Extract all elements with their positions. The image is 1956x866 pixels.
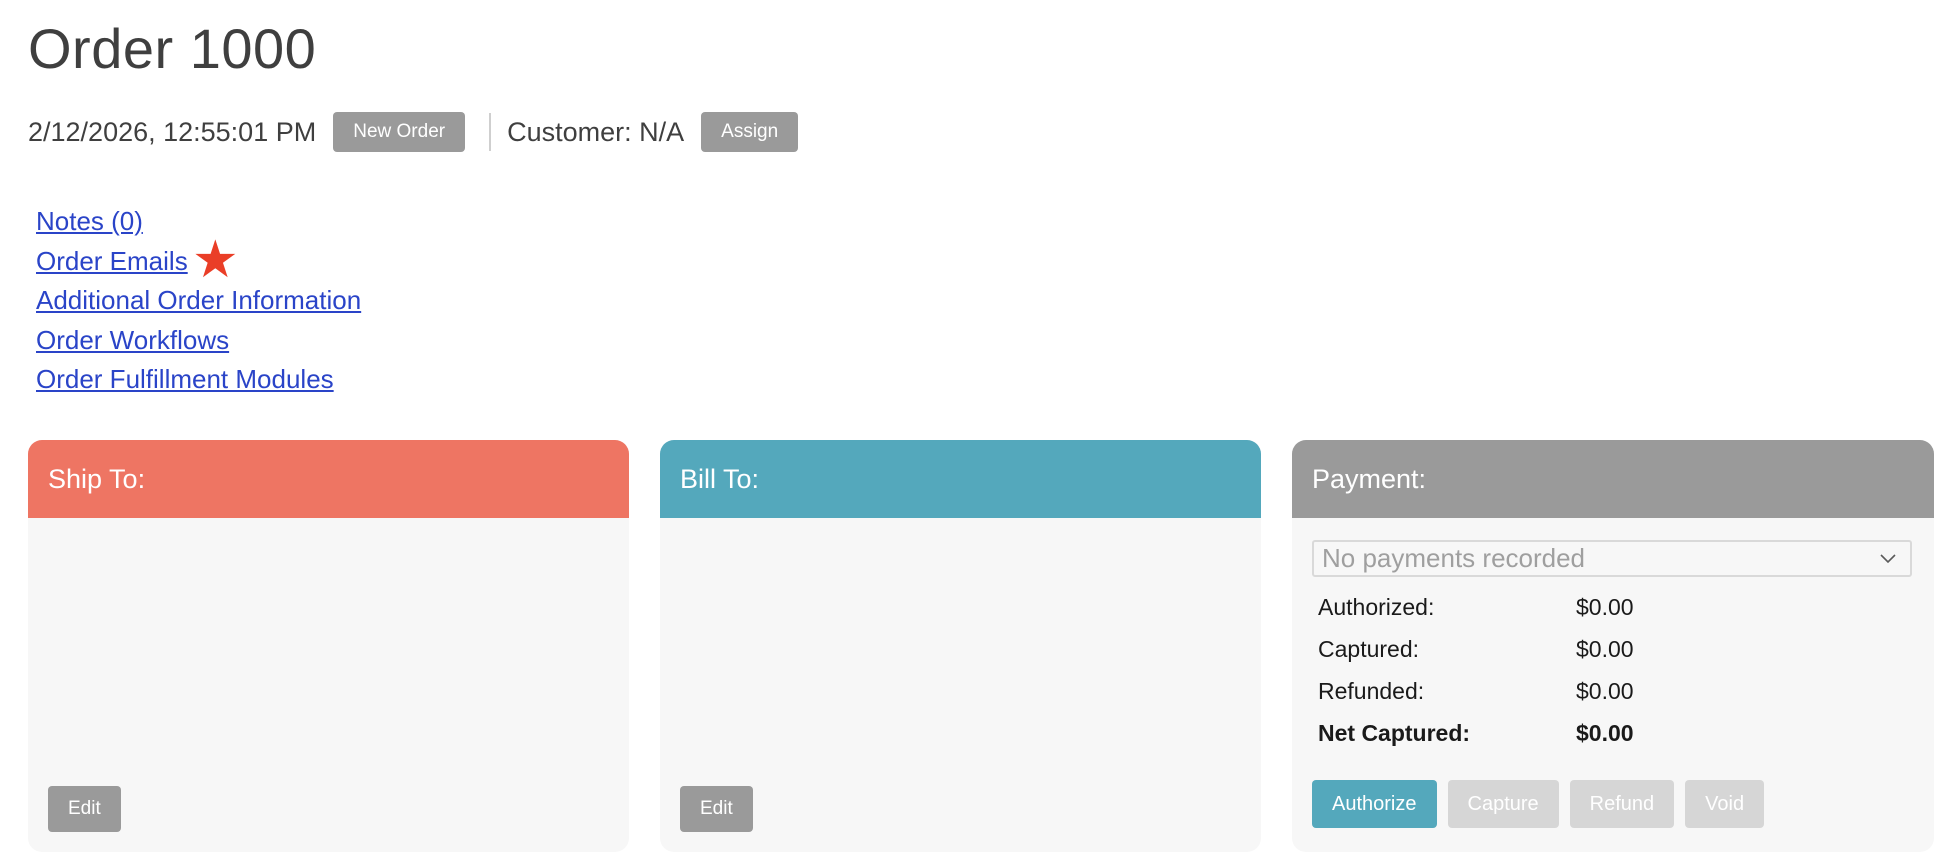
- link-row-emails: Order Emails ★: [36, 234, 361, 286]
- order-datetime: 2/12/2026, 12:55:01 PM: [28, 116, 317, 147]
- additional-order-info-link[interactable]: Additional Order Information: [36, 281, 361, 321]
- link-row-workflows: Order Workflows: [36, 321, 361, 361]
- refunded-label: Refunded:: [1318, 677, 1425, 704]
- new-order-button[interactable]: New Order: [333, 112, 466, 152]
- order-fulfillment-modules-link[interactable]: Order Fulfillment Modules: [36, 360, 334, 400]
- ship-to-edit-button[interactable]: Edit: [48, 786, 121, 832]
- order-meta-row: 2/12/2026, 12:55:01 PM New Order Custome…: [28, 110, 799, 154]
- bill-to-card: Bill To: Edit: [660, 440, 1261, 852]
- order-page: Order 1000 2/12/2026, 12:55:01 PM New Or…: [0, 0, 1956, 866]
- page-title: Order 1000: [28, 17, 317, 80]
- authorized-label: Authorized:: [1318, 593, 1435, 620]
- refunded-row: Refunded: $0.00: [1318, 670, 1634, 712]
- net-captured-label: Net Captured:: [1318, 719, 1471, 746]
- star-icon: ★: [192, 230, 239, 289]
- payment-summary: Authorized: $0.00 Captured: $0.00 Refund…: [1318, 586, 1634, 754]
- customer-label: Customer: N/A: [507, 116, 685, 147]
- captured-row: Captured: $0.00: [1318, 628, 1634, 670]
- notes-link[interactable]: Notes (0): [36, 202, 143, 242]
- link-row-additional: Additional Order Information: [36, 281, 361, 321]
- captured-label: Captured:: [1318, 635, 1420, 662]
- net-captured-value: $0.00: [1576, 719, 1634, 746]
- meta-divider: [489, 113, 492, 151]
- bill-to-edit-button[interactable]: Edit: [680, 786, 753, 832]
- refund-button[interactable]: Refund: [1569, 780, 1675, 828]
- capture-button[interactable]: Capture: [1447, 780, 1559, 828]
- assign-customer-button[interactable]: Assign: [701, 112, 799, 152]
- authorized-value: $0.00: [1576, 593, 1634, 620]
- authorize-button[interactable]: Authorize: [1312, 780, 1437, 828]
- payment-actions: Authorize Capture Refund Void: [1312, 780, 1765, 828]
- order-workflows-link[interactable]: Order Workflows: [36, 321, 229, 361]
- order-emails-link[interactable]: Order Emails: [36, 242, 188, 282]
- payment-header: Payment:: [1292, 440, 1934, 518]
- link-row-fulfillment: Order Fulfillment Modules: [36, 360, 361, 400]
- refunded-value: $0.00: [1576, 677, 1634, 704]
- chevron-down-icon: [1880, 554, 1896, 564]
- net-captured-row: Net Captured: $0.00: [1318, 712, 1634, 754]
- payment-card: Payment: No payments recorded Authorized…: [1292, 440, 1934, 852]
- payment-select-value: No payments recorded: [1322, 543, 1586, 573]
- void-button[interactable]: Void: [1685, 780, 1765, 828]
- ship-to-header: Ship To:: [28, 440, 629, 518]
- order-links: Notes (0) Order Emails ★ Additional Orde…: [36, 202, 361, 400]
- bill-to-header: Bill To:: [660, 440, 1261, 518]
- payment-select[interactable]: No payments recorded: [1312, 540, 1912, 577]
- captured-value: $0.00: [1576, 635, 1634, 662]
- ship-to-card: Ship To: Edit: [28, 440, 629, 852]
- authorized-row: Authorized: $0.00: [1318, 586, 1634, 628]
